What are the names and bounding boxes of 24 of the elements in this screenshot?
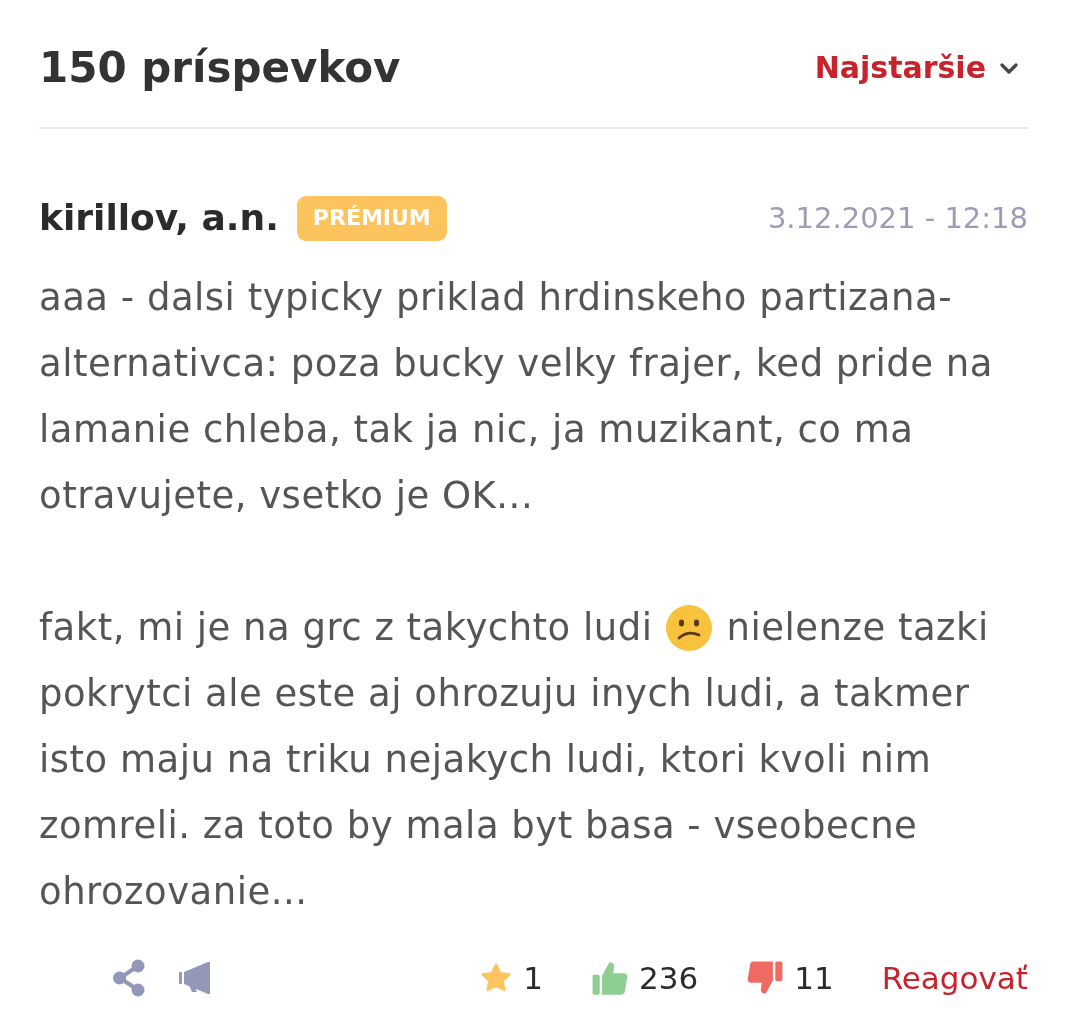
comment-text: nielenze tazki <box>726 605 989 651</box>
favorite-button[interactable]: 1 <box>479 961 543 995</box>
dislike-button[interactable]: 11 <box>746 959 834 997</box>
comment-text: otravujete, vsetko je OK... <box>39 473 534 519</box>
confused-face-icon <box>666 605 713 651</box>
author-name: kirillov, a.n. <box>39 200 279 236</box>
comment-text: zomreli. za toto by mala byt basa - vseobecne <box>39 803 918 849</box>
premium-badge: PRÉMIUM <box>296 195 447 241</box>
comment-text: pokrytci ale este aj ohrozuju inych ludi, a takmer <box>39 671 970 717</box>
chevron-down-icon <box>1000 62 1018 74</box>
comment-text: fakt, mi je na grc z takychto ludi <box>39 605 653 651</box>
thumbs-up-icon <box>591 959 629 997</box>
posts-count-title: 150 príspevkov <box>39 47 401 89</box>
sort-dropdown[interactable]: Najstaršie <box>814 53 1018 83</box>
comment-text: alternativca: poza bucky velky frajer, ked pride na <box>39 341 993 387</box>
comment-text: isto maju na triku nejakych ludi, ktori kvoli nim <box>39 737 932 783</box>
post-date: 3.12.2021 - 12:18 <box>767 203 1028 233</box>
like-button[interactable]: 236 <box>591 959 699 997</box>
comment-text: ohrozovanie... <box>39 869 308 915</box>
share-icon[interactable] <box>112 959 146 997</box>
comment-text: aaa - dalsi typicky priklad hrdinskeho partizana- <box>39 275 952 321</box>
reply-link[interactable]: Reagovať <box>881 962 1028 994</box>
thumbs-down-icon <box>746 959 785 997</box>
comment-text: lamanie chleba, tak ja nic, ja muzikant, co ma <box>39 407 914 453</box>
